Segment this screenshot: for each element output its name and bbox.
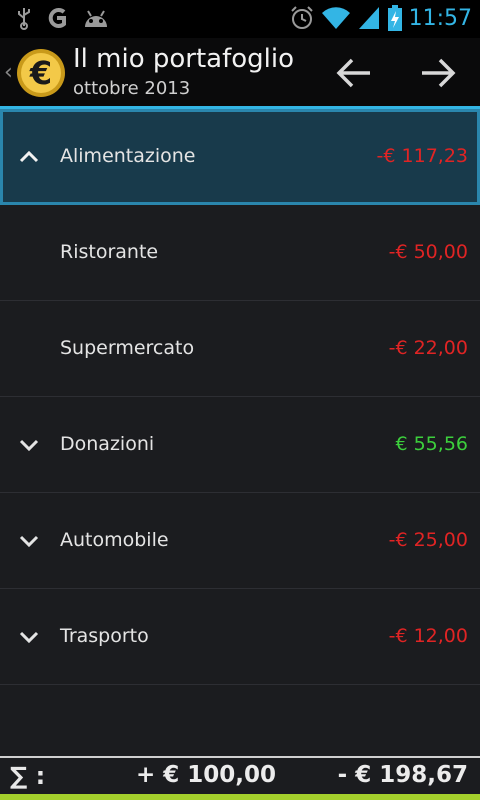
category-amount: -€ 25,00 xyxy=(388,529,468,551)
page-title: Il mio portafoglio xyxy=(73,44,295,74)
subcategory-amount: -€ 22,00 xyxy=(388,337,468,359)
total-expense: - € 198,67 xyxy=(337,762,468,788)
status-bar: 11:57 xyxy=(0,0,480,38)
arrow-right-icon xyxy=(422,58,456,88)
euro-coin-icon[interactable]: € xyxy=(16,48,66,98)
category-label: Donazioni xyxy=(60,433,155,455)
action-bar: ‹ € Il mio portafoglio ottobre 2013 xyxy=(0,38,480,106)
next-month-button[interactable] xyxy=(418,56,458,90)
category-row-automobile[interactable]: Automobile -€ 25,00 xyxy=(0,493,480,589)
signal-icon xyxy=(358,7,379,29)
category-amount: -€ 12,00 xyxy=(388,625,468,647)
usb-icon xyxy=(18,8,30,30)
footer-accent-bar xyxy=(0,794,480,800)
up-caret-icon[interactable]: ‹ xyxy=(4,60,13,85)
total-income: + € 100,00 xyxy=(136,762,277,788)
category-row-alimentazione[interactable]: Alimentazione -€ 117,23 xyxy=(0,109,480,205)
page-subtitle: ottobre 2013 xyxy=(73,78,191,99)
subcategory-row-ristorante[interactable]: Ristorante -€ 50,00 xyxy=(0,205,480,301)
category-label: Automobile xyxy=(60,529,169,551)
category-label: Trasporto xyxy=(60,625,149,647)
android-icon xyxy=(85,10,107,27)
subcategory-amount: -€ 50,00 xyxy=(388,241,468,263)
category-list: Alimentazione -€ 117,23 Ristorante -€ 50… xyxy=(0,109,480,685)
category-row-trasporto[interactable]: Trasporto -€ 12,00 xyxy=(0,589,480,685)
alarm-icon xyxy=(290,6,313,29)
chevron-up-icon[interactable] xyxy=(17,145,41,169)
svg-text:€: € xyxy=(29,54,52,92)
battery-charging-icon xyxy=(387,5,402,31)
sigma-icon: ∑ : xyxy=(10,762,46,790)
g-icon xyxy=(48,8,66,28)
chevron-down-icon[interactable] xyxy=(17,529,41,553)
arrow-left-icon xyxy=(336,58,370,88)
chevron-down-icon[interactable] xyxy=(17,625,41,649)
totals-footer: ∑ : + € 100,00 - € 198,67 xyxy=(0,758,480,794)
chevron-down-icon[interactable] xyxy=(17,433,41,457)
subcategory-row-supermercato[interactable]: Supermercato -€ 22,00 xyxy=(0,301,480,397)
category-label: Alimentazione xyxy=(60,145,196,167)
subcategory-label: Supermercato xyxy=(60,337,195,359)
subcategory-label: Ristorante xyxy=(60,241,159,263)
category-row-donazioni[interactable]: Donazioni € 55,56 xyxy=(0,397,480,493)
category-amount: € 55,56 xyxy=(395,433,468,455)
wifi-icon xyxy=(321,7,350,29)
clock: 11:57 xyxy=(408,5,472,31)
category-amount: -€ 117,23 xyxy=(376,145,468,167)
previous-month-button[interactable] xyxy=(334,56,374,90)
